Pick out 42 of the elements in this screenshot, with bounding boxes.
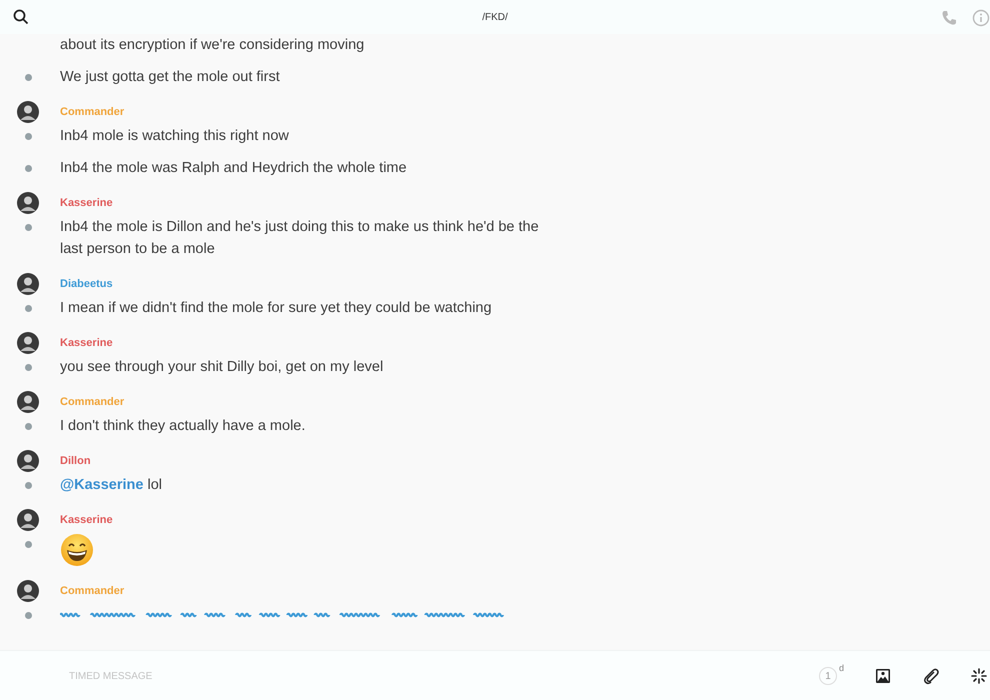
message-dot [24,612,32,618]
author-name: Commander [60,106,124,118]
avatar [17,580,39,602]
channel-title: /FKD/ [482,12,508,22]
image-icon[interactable] [874,667,892,685]
message-dot [24,422,32,430]
paperclip-icon[interactable] [922,667,940,685]
avatar [17,273,39,295]
author-name: Dillon [60,455,91,467]
grinning-emoji-icon [60,533,94,567]
avatar [17,450,39,472]
avatar [17,509,39,531]
message-dot [24,224,32,230]
search-icon[interactable] [13,9,29,25]
message-text: We just gotta get the mole out first [60,68,280,87]
message-text: you see through your shit Dilly boi, get on my level [60,358,384,377]
message-text: Inb4 the mole was Ralph and Heydrich the whole time [60,159,407,178]
message-text: Inb4 the mole is Dillon and he's just doing this to make us think he'd be the last person to be a mole [60,218,540,259]
message-text: I mean if we didn't find the mole for sure yet they could be watching [60,299,492,318]
author-name: Kasserine [60,197,113,209]
message-dot [24,74,32,80]
avatar [17,101,39,123]
message-dot [24,540,32,548]
author-name: Commander [60,396,124,408]
message-dot [24,164,32,172]
message-dot [24,364,32,370]
message-text: @Kasserine lol [60,476,162,495]
message-dot [24,304,32,312]
avatar [17,332,39,354]
author-name: Diabeetus [60,278,113,290]
message-input[interactable]: TIMED MESSAGE [67,670,371,682]
avatar [17,192,39,214]
message-text: Inb4 mole is watching this right now [60,127,289,146]
message-text: about its encryption if we're considering moving [60,36,364,55]
message-dot [24,482,32,488]
avatar [17,391,39,413]
author-name: Kasserine [60,337,113,349]
author-name: Kasserine [60,514,113,526]
sparkle-icon[interactable] [970,667,988,685]
author-name: Commander [60,585,124,597]
message-dot [24,132,32,140]
message-text: I don't think they actually have a mole. [60,417,306,436]
